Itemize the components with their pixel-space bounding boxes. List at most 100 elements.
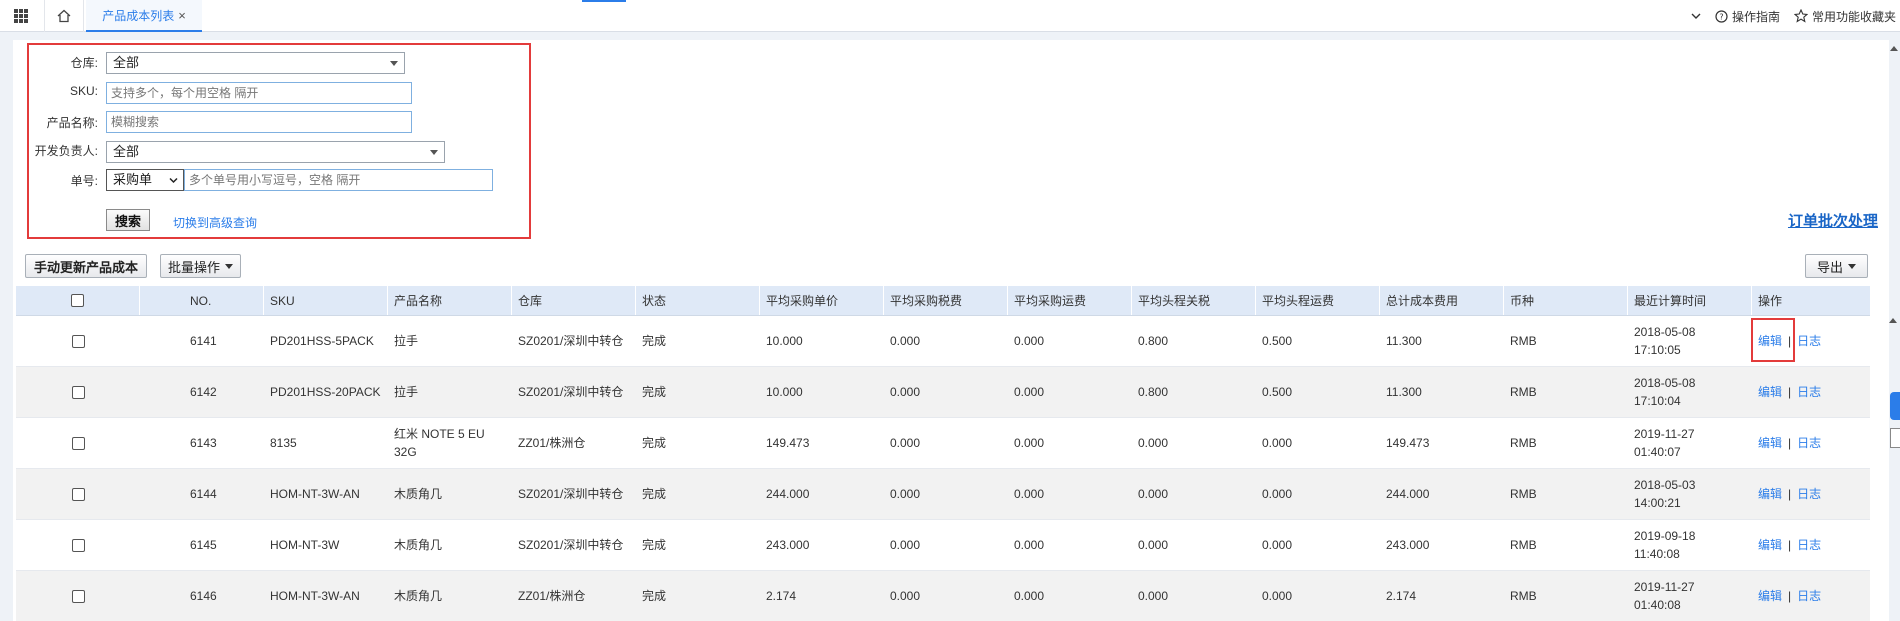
cell-warehouse-text: SZ0201/深圳中转仓 bbox=[518, 385, 624, 399]
table-row: 6142 PD201HSS-20PACK 拉手 SZ0201/深圳中转仓 完成 10.00… bbox=[16, 367, 1870, 418]
chevron-down-icon bbox=[1691, 13, 1701, 19]
scroll-up-icon[interactable] bbox=[1890, 46, 1898, 51]
select-all-checkbox[interactable] bbox=[71, 294, 84, 307]
log-link[interactable]: 日志 bbox=[1797, 536, 1821, 554]
batch-process-link[interactable]: 订单批次处理 bbox=[1788, 210, 1878, 231]
cell-avg-duty: 0.000 bbox=[1132, 418, 1256, 468]
row-checkbox[interactable] bbox=[71, 487, 85, 501]
cell-product-name: 拉手 bbox=[388, 367, 512, 417]
order-type-select[interactable]: 采购单 bbox=[106, 169, 184, 191]
log-link[interactable]: 日志 bbox=[1797, 383, 1821, 401]
cell-warehouse-text: SZ0201/深圳中转仓 bbox=[518, 538, 624, 552]
row-checkbox[interactable] bbox=[71, 538, 85, 552]
header-last-calc-time: 最近计算时间 bbox=[1628, 286, 1752, 315]
row-checkbox[interactable] bbox=[71, 589, 85, 603]
advanced-search-link[interactable]: 切换到高级查询 bbox=[173, 214, 257, 231]
cell-status-text: 完成 bbox=[642, 385, 667, 399]
cell-avg-head-freight-text: 0.000 bbox=[1262, 436, 1293, 450]
cell-avg-freight-text: 0.000 bbox=[1014, 487, 1045, 501]
cell-last-calc-time: 2018-05-03 14:00:21 bbox=[1628, 469, 1752, 519]
row-checkbox-cell[interactable] bbox=[16, 316, 140, 366]
cell-status-text: 完成 bbox=[642, 334, 667, 348]
separator: | bbox=[1788, 589, 1792, 603]
page-scrollbar[interactable] bbox=[1888, 40, 1900, 290]
cell-avg-unit-price-text: 2.174 bbox=[766, 589, 797, 603]
edit-link[interactable]: 编辑 bbox=[1758, 536, 1782, 554]
row-checkbox-cell[interactable] bbox=[16, 469, 140, 519]
product-name-input[interactable]: 模糊搜索 bbox=[106, 111, 412, 133]
cell-status-text: 完成 bbox=[642, 538, 667, 552]
sku-input[interactable]: 支持多个，每个用空格 隔开 bbox=[106, 82, 412, 104]
order-no-input[interactable]: 多个单号用小写逗号，空格 隔开 bbox=[184, 169, 493, 191]
cell-sku-text: 8135 bbox=[270, 436, 297, 450]
cell-avg-head-freight: 0.500 bbox=[1256, 367, 1380, 417]
search-button[interactable]: 搜索 bbox=[106, 209, 150, 231]
favorites-button[interactable]: 常用功能收藏夹 bbox=[1793, 8, 1896, 25]
cell-avg-head-freight-text: 0.000 bbox=[1262, 487, 1293, 501]
cell-avg-duty: 0.800 bbox=[1132, 316, 1256, 366]
log-link[interactable]: 日志 bbox=[1797, 587, 1821, 605]
cell-currency: RMB bbox=[1504, 571, 1628, 621]
order-type-value: 采购单 bbox=[113, 172, 153, 187]
cell-status-text: 完成 bbox=[642, 589, 667, 603]
cell-status: 完成 bbox=[636, 469, 760, 519]
calc-date: 2019-11-27 bbox=[1634, 580, 1695, 594]
cell-avg-duty: 0.000 bbox=[1132, 469, 1256, 519]
log-link[interactable]: 日志 bbox=[1797, 332, 1821, 350]
batch-ops-button[interactable]: 批量操作 bbox=[160, 254, 241, 278]
cell-product-name-text: 拉手 bbox=[394, 334, 419, 348]
cell-avg-unit-price-text: 243.000 bbox=[766, 538, 810, 552]
log-link[interactable]: 日志 bbox=[1797, 485, 1821, 503]
home-button[interactable] bbox=[44, 0, 84, 32]
edit-link[interactable]: 编辑 bbox=[1758, 383, 1782, 401]
cell-product-name-text: 拉手 bbox=[394, 385, 419, 399]
cell-sku-text: HOM-NT-3W-AN bbox=[270, 589, 360, 603]
guide-button[interactable]: ? 操作指南 bbox=[1715, 8, 1780, 25]
cell-currency: RMB bbox=[1504, 316, 1628, 366]
close-icon[interactable]: × bbox=[178, 8, 186, 23]
log-link[interactable]: 日志 bbox=[1797, 434, 1821, 452]
row-checkbox-cell[interactable] bbox=[16, 367, 140, 417]
side-help-tab[interactable] bbox=[1890, 392, 1900, 420]
row-checkbox[interactable] bbox=[71, 334, 85, 348]
row-checkbox-cell[interactable] bbox=[16, 418, 140, 468]
cell-currency: RMB bbox=[1504, 469, 1628, 519]
cell-operations: 编辑 | 日志 bbox=[1752, 367, 1870, 417]
edit-link[interactable]: 编辑 bbox=[1758, 485, 1782, 503]
collapse-button[interactable] bbox=[1691, 12, 1701, 20]
row-checkbox[interactable] bbox=[71, 385, 85, 399]
cell-avg-duty-text: 0.800 bbox=[1138, 385, 1169, 399]
product-cost-table: NO. SKU 产品名称 仓库 状态 平均采购单价 平均采购税费 平均采购运费 … bbox=[16, 286, 1870, 621]
update-cost-button[interactable]: 手动更新产品成本 bbox=[25, 254, 147, 278]
cell-avg-tax-text: 0.000 bbox=[890, 436, 921, 450]
warehouse-label: 仓库: bbox=[70, 56, 98, 70]
header-select-all[interactable] bbox=[16, 286, 140, 315]
cell-avg-tax-text: 0.000 bbox=[890, 589, 921, 603]
cell-sku: HOM-NT-3W-AN bbox=[264, 469, 388, 519]
app-grid-icon[interactable] bbox=[14, 9, 28, 23]
row-checkbox-cell[interactable] bbox=[16, 520, 140, 570]
tab-product-cost-list[interactable]: 产品成本列表 × bbox=[86, 0, 202, 32]
cell-product-name: 木质角几 bbox=[388, 571, 512, 621]
row-checkbox[interactable] bbox=[71, 436, 85, 450]
edit-link[interactable]: 编辑 bbox=[1750, 318, 1796, 362]
developer-select-value: 全部 bbox=[113, 144, 140, 159]
calc-date: 2019-09-18 bbox=[1634, 529, 1696, 543]
cell-avg-freight: 0.000 bbox=[1008, 469, 1132, 519]
row-checkbox-cell[interactable] bbox=[16, 571, 140, 621]
row-no-text: 6145 bbox=[190, 538, 217, 552]
side-tool-tab[interactable] bbox=[1890, 428, 1900, 448]
cell-total-cost: 11.300 bbox=[1380, 367, 1504, 417]
cell-avg-unit-price: 10.000 bbox=[760, 316, 884, 366]
edit-link[interactable]: 编辑 bbox=[1758, 434, 1782, 452]
cell-avg-duty-text: 0.800 bbox=[1138, 334, 1169, 348]
cell-avg-tax: 0.000 bbox=[884, 520, 1008, 570]
warehouse-select[interactable]: 全部 bbox=[106, 52, 405, 74]
export-button[interactable]: 导出 bbox=[1805, 254, 1868, 278]
table-scroll-up-icon[interactable] bbox=[1889, 318, 1897, 323]
cell-warehouse-text: ZZ01/株洲仓 bbox=[518, 589, 586, 603]
edit-link[interactable]: 编辑 bbox=[1758, 587, 1782, 605]
table-row: 6143 8135 红米 NOTE 5 EU 32G ZZ01/株洲仓 完成 149.47… bbox=[16, 418, 1870, 469]
developer-select[interactable]: 全部 bbox=[106, 141, 445, 163]
cell-avg-head-freight-text: 0.500 bbox=[1262, 334, 1293, 348]
